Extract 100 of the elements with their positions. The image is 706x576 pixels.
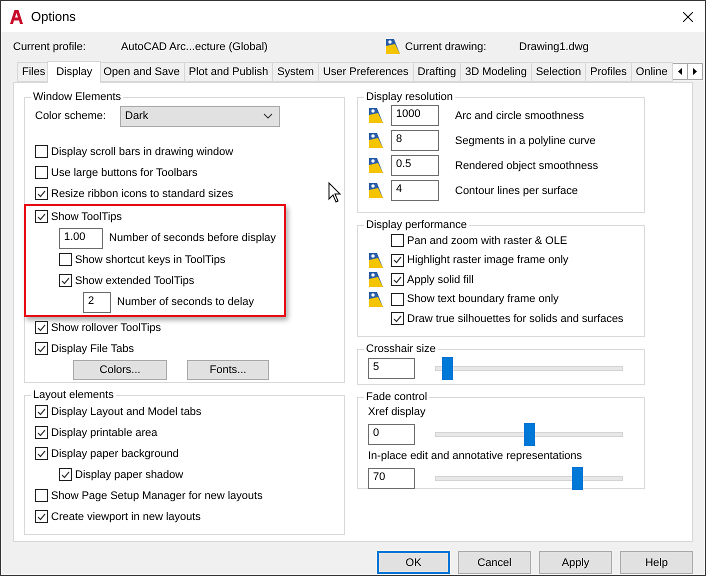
- drawing-label: Current drawing:: [405, 40, 488, 52]
- checkbox-label: Draw true silhouettes for solids and surfaces: [407, 312, 624, 325]
- checkbox[interactable]: [35, 447, 48, 460]
- tab[interactable]: 3D Modeling: [460, 62, 532, 82]
- scroll-right-button[interactable]: [686, 63, 703, 80]
- tab[interactable]: Drafting: [412, 62, 462, 82]
- checkbox-label: Pan and zoom with raster & OLE: [407, 234, 568, 247]
- number-field[interactable]: 2: [83, 292, 111, 312]
- window-title: Options: [31, 9, 77, 24]
- checkbox[interactable]: [35, 489, 48, 502]
- drawing-file-icon: [368, 107, 384, 124]
- checkbox[interactable]: [391, 273, 404, 286]
- dialog-button[interactable]: Help: [620, 551, 693, 574]
- dialog-button[interactable]: Cancel: [458, 551, 531, 574]
- checkbox[interactable]: [391, 234, 404, 248]
- checkbox-label: Show extended ToolTips: [75, 274, 194, 286]
- drawing-file-icon: [368, 132, 384, 149]
- tab[interactable]: Open and Save: [98, 62, 185, 82]
- slider-thumb[interactable]: [442, 356, 454, 380]
- number-field[interactable]: 1000: [391, 105, 439, 126]
- drawing-file-icon: [368, 157, 384, 174]
- tab[interactable]: Selection: [530, 62, 586, 82]
- checkbox-label: Show Page Setup Manager for new layouts: [51, 490, 263, 502]
- slider-label: Xref display: [368, 405, 426, 420]
- group-title: Crosshair size: [365, 343, 437, 355]
- drawing-file-icon: [368, 271, 384, 288]
- tab[interactable]: User Preferences: [318, 62, 414, 82]
- group-title: Layout elements: [32, 389, 115, 401]
- color-scheme-dropdown[interactable]: Dark: [120, 106, 280, 126]
- number-field[interactable]: 0: [368, 424, 415, 444]
- checkbox-label: Apply solid fill: [407, 274, 474, 286]
- checkbox-label: Display paper shadow: [75, 468, 184, 480]
- checkbox[interactable]: [35, 426, 48, 439]
- field-label: Segments in a polyline curve: [455, 134, 596, 146]
- checkbox[interactable]: [391, 292, 404, 306]
- checkbox[interactable]: [35, 510, 48, 523]
- group-title: Display performance: [365, 219, 468, 231]
- dialog-button[interactable]: Fonts...: [187, 360, 269, 380]
- number-field[interactable]: 1.00: [59, 228, 103, 248]
- slider-thumb[interactable]: [572, 466, 584, 490]
- tab[interactable]: Profiles: [585, 62, 632, 82]
- app-logo-icon: [10, 10, 23, 24]
- dialog-button[interactable]: Apply: [539, 551, 612, 574]
- checkbox[interactable]: [35, 145, 48, 158]
- checkbox-label: Highlight raster image frame only: [407, 254, 568, 266]
- checkbox[interactable]: [35, 321, 48, 334]
- checkbox[interactable]: [35, 187, 48, 200]
- checkbox[interactable]: [35, 210, 48, 223]
- number-field[interactable]: 4: [391, 180, 439, 201]
- checkbox-label: Display printable area: [51, 426, 158, 438]
- tab[interactable]: Plot and Publish: [184, 62, 274, 82]
- checkbox-label: Show ToolTips: [51, 210, 122, 222]
- checkbox-label: Create viewport in new layouts: [51, 510, 201, 522]
- slider-label: In-place edit and annotative representations: [368, 449, 584, 464]
- chevron-down-icon: [263, 113, 273, 119]
- checkbox[interactable]: [59, 253, 72, 266]
- field-label: Number of seconds to delay: [117, 296, 254, 308]
- mouse-cursor-icon: [328, 182, 342, 203]
- tab[interactable]: System: [272, 62, 319, 82]
- group-title: Fade control: [365, 391, 428, 403]
- checkbox[interactable]: [59, 468, 72, 481]
- profile-value: AutoCAD Arc...ecture (Global): [121, 40, 269, 52]
- field-label: Rendered object smoothness: [455, 160, 598, 172]
- group-title: Display resolution: [365, 91, 454, 103]
- drawing-file-icon: [368, 182, 384, 199]
- color-scheme-label: Color scheme:: [35, 110, 107, 122]
- checkbox[interactable]: [391, 254, 404, 267]
- checkbox-label: Use large buttons for Toolbars: [51, 166, 198, 178]
- number-field[interactable]: 0.5: [391, 155, 439, 176]
- checkbox-label: Display scroll bars in drawing window: [51, 146, 234, 158]
- tab[interactable]: Online: [630, 62, 673, 82]
- checkbox-label: Display paper background: [51, 448, 179, 460]
- checkbox-label: Show text boundary frame only: [407, 293, 559, 306]
- number-field[interactable]: 8: [391, 130, 439, 151]
- profile-label: Current profile:: [13, 40, 87, 52]
- number-field[interactable]: 5: [368, 358, 415, 378]
- checkbox[interactable]: [391, 312, 404, 326]
- drawing-value: Drawing1.dwg: [519, 40, 590, 52]
- field-label: Number of seconds before display: [109, 232, 276, 244]
- checkbox-label: Show shortcut keys in ToolTips: [75, 254, 226, 266]
- checkbox[interactable]: [35, 342, 48, 355]
- checkbox[interactable]: [35, 166, 48, 179]
- field-label: Contour lines per surface: [455, 184, 578, 196]
- number-field[interactable]: 70: [368, 468, 415, 488]
- group-title: Window Elements: [32, 91, 122, 103]
- checkbox-label: Resize ribbon icons to standard sizes: [51, 188, 234, 200]
- checkbox-label: Display Layout and Model tabs: [51, 406, 202, 418]
- drawing-file-icon: [368, 252, 384, 269]
- triangle-right-icon: [692, 68, 697, 75]
- checkbox-label: Show rollover ToolTips: [51, 322, 162, 334]
- dialog-button[interactable]: Colors...: [73, 360, 167, 380]
- checkbox[interactable]: [59, 274, 72, 287]
- slider-thumb[interactable]: [524, 422, 535, 446]
- triangle-left-icon: [678, 68, 682, 75]
- drawing-file-icon: [368, 290, 384, 308]
- tab[interactable]: Display: [47, 61, 102, 83]
- checkbox-label: Display File Tabs: [51, 342, 134, 354]
- drawing-file-icon: [385, 38, 401, 55]
- checkbox[interactable]: [35, 405, 48, 418]
- dialog-button[interactable]: OK: [377, 551, 450, 574]
